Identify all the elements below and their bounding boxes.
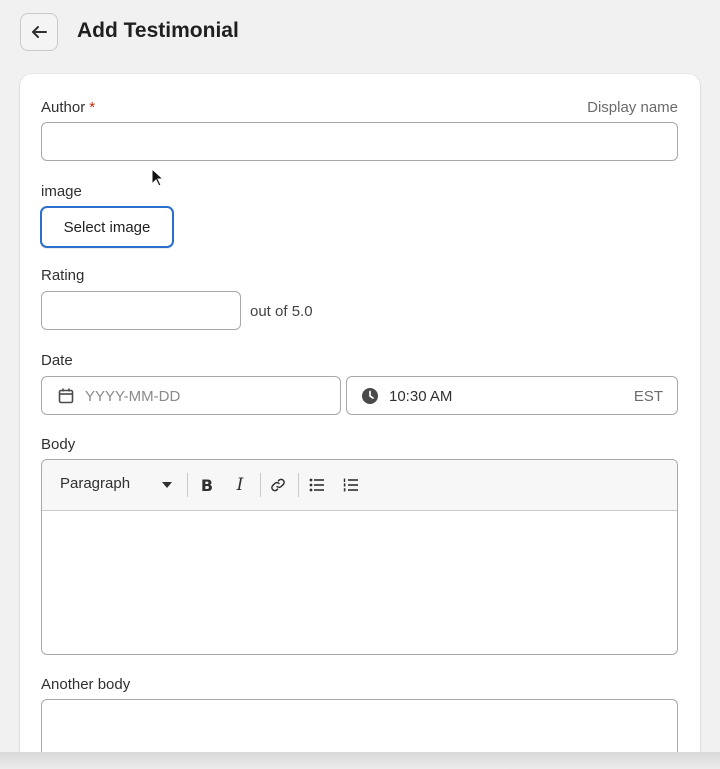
body-content-area[interactable]	[42, 511, 677, 654]
timezone-label: EST	[633, 388, 663, 405]
format-select[interactable]: Paragraph	[60, 475, 130, 492]
clock-icon	[362, 388, 378, 404]
date-label: Date	[41, 352, 73, 369]
link-icon[interactable]	[267, 474, 289, 496]
bold-icon[interactable]: B	[196, 474, 218, 496]
bottom-edge	[0, 752, 720, 769]
time-input-content: 10:30 AM	[361, 387, 452, 405]
date-placeholder: YYYY-MM-DD	[85, 387, 181, 405]
form-card: Author * Display name image Select image …	[20, 74, 700, 769]
page-title: Add Testimonial	[77, 19, 239, 42]
rating-input[interactable]	[41, 291, 241, 330]
toolbar-divider	[187, 473, 188, 497]
toolbar-divider	[260, 473, 261, 497]
add-testimonial-page: Add Testimonial Author * Display name ima…	[0, 0, 720, 769]
select-image-button[interactable]: Select image	[40, 206, 174, 248]
italic-icon[interactable]: I	[229, 474, 251, 496]
format-select-value: Paragraph	[60, 475, 131, 492]
time-input[interactable]: 10:30 AM EST	[346, 376, 678, 415]
date-input-content: YYYY-MM-DD	[57, 387, 180, 405]
arrow-left-icon	[32, 26, 47, 38]
image-label: image	[41, 183, 82, 200]
back-button[interactable]	[20, 13, 58, 51]
another-body-label: Another body	[41, 676, 131, 693]
author-hint: Display name	[587, 99, 678, 116]
rating-label: Rating	[41, 267, 85, 284]
required-marker: *	[89, 99, 96, 116]
toolbar-divider	[298, 473, 299, 497]
author-input[interactable]	[41, 122, 678, 161]
rating-suffix: out of 5.0	[250, 303, 313, 320]
date-input[interactable]: YYYY-MM-DD	[41, 376, 341, 415]
numbered-list-icon[interactable]	[340, 474, 362, 496]
author-label-text: Author	[41, 99, 86, 116]
calendar-icon	[58, 388, 74, 404]
mouse-cursor-icon	[151, 168, 165, 187]
time-value: 10:30 AM	[389, 387, 453, 405]
author-label: Author *	[41, 99, 95, 116]
caret-down-icon[interactable]	[162, 481, 172, 489]
bullet-list-icon[interactable]	[306, 474, 328, 496]
body-label: Body	[41, 436, 76, 453]
editor-toolbar: Paragraph B I	[42, 460, 677, 511]
body-editor: Paragraph B I	[41, 459, 678, 655]
